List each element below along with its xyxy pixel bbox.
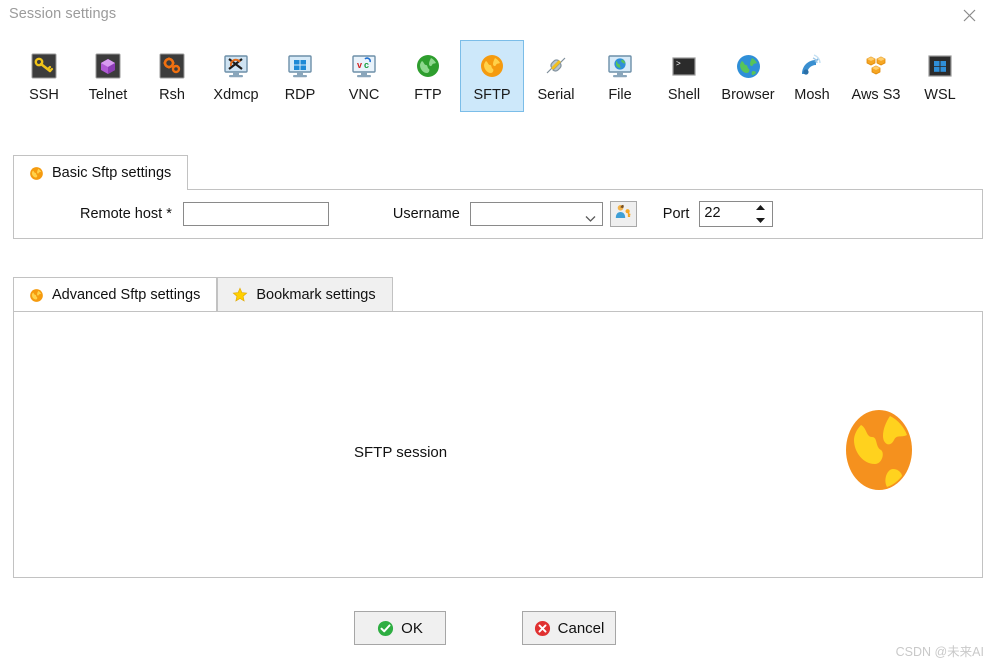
serial-plug-icon xyxy=(540,50,572,82)
spinner-arrows[interactable] xyxy=(755,204,766,224)
session-type-vnc[interactable]: v c VNC xyxy=(332,40,396,112)
dialog-footer: OK Cancel xyxy=(0,611,996,647)
cancel-button-label: Cancel xyxy=(557,619,605,637)
green-check-icon xyxy=(377,620,394,637)
orange-globe-large-icon xyxy=(843,409,915,491)
spinner-down-icon[interactable] xyxy=(755,217,766,224)
rsh-gears-icon xyxy=(156,50,188,82)
port-stepper[interactable]: 22 xyxy=(699,201,774,227)
close-glyph xyxy=(963,9,975,21)
basic-sftp-settings-group: Basic Sftp settings Remote host * Userna… xyxy=(13,155,983,239)
session-type-label: Telnet xyxy=(88,87,128,103)
session-type-serial[interactable]: Serial xyxy=(524,40,588,112)
session-type-sftp[interactable]: SFTP xyxy=(460,40,524,112)
tab-label: Advanced Sftp settings xyxy=(52,287,201,303)
session-type-label: Xdmcp xyxy=(213,87,259,103)
session-type-label: Shell xyxy=(667,87,701,103)
ok-button[interactable]: OK xyxy=(354,611,446,645)
session-type-label: Aws S3 xyxy=(851,87,901,103)
session-type-xdmcp[interactable]: Xdmcp xyxy=(204,40,268,112)
svg-text:>: > xyxy=(676,60,681,69)
session-type-telnet[interactable]: Telnet xyxy=(76,40,140,112)
cancel-button[interactable]: Cancel xyxy=(522,611,616,645)
credentials-user-key-button[interactable] xyxy=(609,201,637,227)
window-title: Session settings xyxy=(9,6,117,22)
session-type-label: File xyxy=(608,87,632,103)
session-type-mosh[interactable]: Mosh xyxy=(780,40,844,112)
tab-advanced-sftp-settings[interactable]: Advanced Sftp settings xyxy=(13,277,218,312)
file-monitor-globe-icon xyxy=(604,50,636,82)
svg-text:c: c xyxy=(364,60,369,70)
sftp-orange-globe-icon xyxy=(476,50,508,82)
session-type-label: SFTP xyxy=(473,87,511,103)
spinner-up-icon[interactable] xyxy=(755,204,766,211)
xdmcp-monitor-icon xyxy=(220,50,252,82)
orange-globe-icon xyxy=(28,287,44,303)
ftp-green-globe-icon xyxy=(412,50,444,82)
session-type-ftp[interactable]: FTP xyxy=(396,40,460,112)
tab-bookmark-settings[interactable]: Bookmark settings xyxy=(217,277,393,312)
remote-host-label: Remote host * xyxy=(80,206,172,222)
session-type-label: FTP xyxy=(414,87,442,103)
chevron-down-icon xyxy=(585,210,596,228)
svg-text:v: v xyxy=(357,60,362,70)
session-type-toolbar: SSH Telnet Rsh Xdmcp RDP v c VNC FTP SFT… xyxy=(0,40,996,122)
session-type-aws-s3[interactable]: Aws S3 xyxy=(844,40,908,112)
username-combobox[interactable] xyxy=(469,202,603,228)
ok-button-label: OK xyxy=(401,619,423,637)
session-type-label: Rsh xyxy=(159,87,185,103)
tab-label: Basic Sftp settings xyxy=(52,165,172,181)
session-type-label: RDP xyxy=(284,87,316,103)
wsl-windows-icon xyxy=(924,50,956,82)
lower-settings-group: Advanced Sftp settings Bookmark settings… xyxy=(13,277,983,578)
red-x-icon xyxy=(534,620,551,637)
session-type-label: Serial xyxy=(537,87,575,103)
tab-basic-sftp-settings[interactable]: Basic Sftp settings xyxy=(13,155,189,190)
basic-settings-body: Remote host * Username Port 22 xyxy=(13,189,983,239)
lower-tabstrip: Advanced Sftp settings Bookmark settings xyxy=(13,277,983,312)
yellow-star-icon xyxy=(232,287,248,303)
aws-s3-cubes-icon xyxy=(860,50,892,82)
window-titlebar: Session settings xyxy=(0,0,996,32)
telnet-cube-icon xyxy=(92,50,124,82)
advanced-sftp-settings-body: SFTP session xyxy=(13,311,983,578)
watermark-text: CSDN @未来AI xyxy=(895,645,984,659)
port-value: 22 xyxy=(704,205,721,221)
session-type-label: VNC xyxy=(348,87,380,103)
session-type-browser[interactable]: Browser xyxy=(716,40,780,112)
user-key-icon xyxy=(614,203,632,226)
sftp-session-caption: SFTP session xyxy=(354,444,448,461)
ssh-key-icon xyxy=(28,50,60,82)
port-label: Port xyxy=(662,206,690,222)
username-label: Username xyxy=(392,206,460,222)
orange-globe-icon xyxy=(28,165,44,181)
session-type-label: WSL xyxy=(924,87,956,103)
basic-settings-tabstrip: Basic Sftp settings xyxy=(13,155,983,190)
rdp-windows-icon xyxy=(284,50,316,82)
session-type-label: SSH xyxy=(29,87,59,103)
vnc-monitor-icon: v c xyxy=(348,50,380,82)
remote-host-input[interactable] xyxy=(182,202,329,226)
close-icon[interactable] xyxy=(946,0,992,30)
tab-label: Bookmark settings xyxy=(256,287,376,303)
session-type-file[interactable]: File xyxy=(588,40,652,112)
mosh-satellite-icon xyxy=(796,50,828,82)
session-type-rdp[interactable]: RDP xyxy=(268,40,332,112)
session-type-wsl[interactable]: WSL xyxy=(908,40,972,112)
session-type-label: Browser xyxy=(721,87,775,103)
session-type-label: Mosh xyxy=(794,87,830,103)
browser-globe-icon xyxy=(732,50,764,82)
session-type-rsh[interactable]: Rsh xyxy=(140,40,204,112)
session-type-shell[interactable]: > Shell xyxy=(652,40,716,112)
shell-terminal-icon: > xyxy=(668,50,700,82)
session-type-ssh[interactable]: SSH xyxy=(12,40,76,112)
